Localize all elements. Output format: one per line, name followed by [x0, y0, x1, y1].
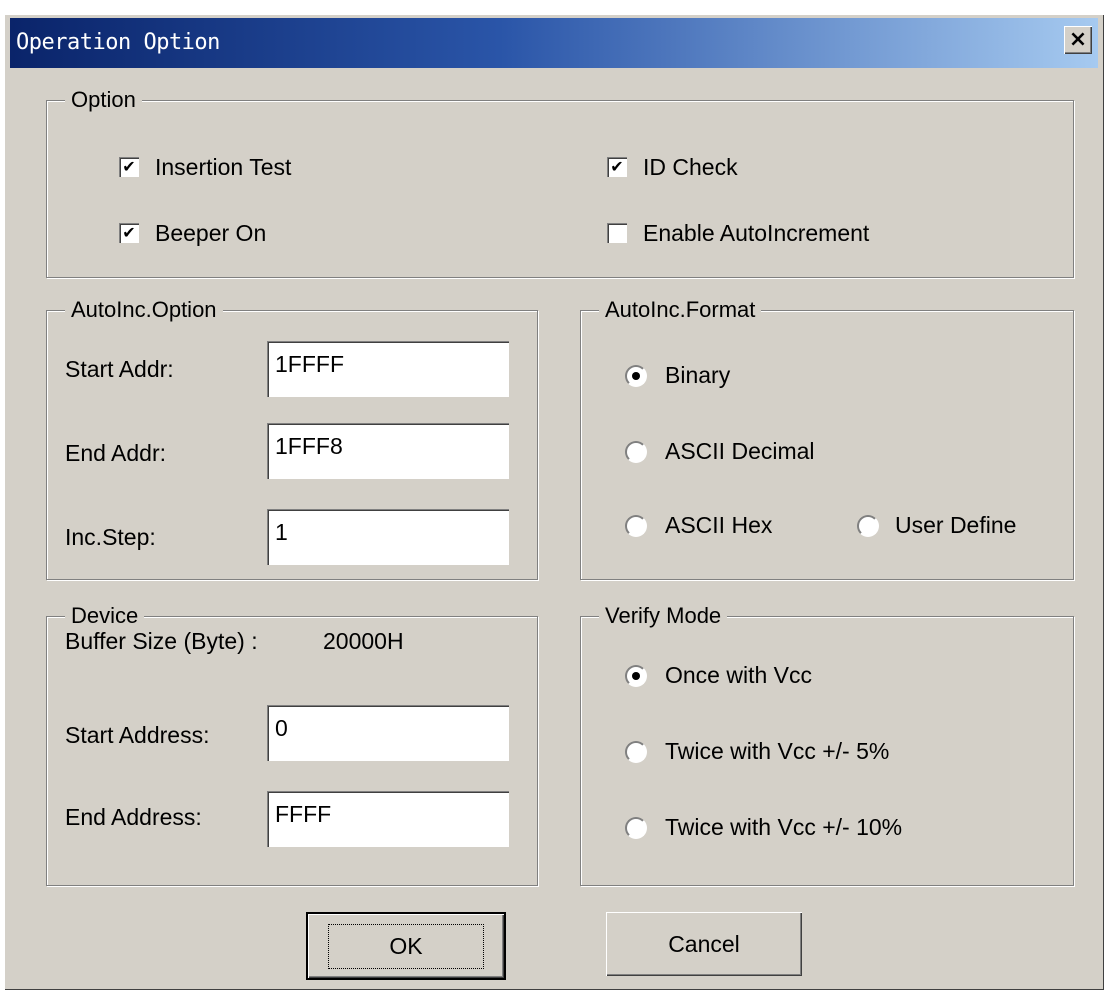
- close-icon: ×: [1068, 27, 1088, 52]
- radio-label: Twice with Vcc +/- 5%: [665, 738, 890, 764]
- operation-option-dialog: Operation Option × Option ✔ Insertion Te…: [4, 14, 1104, 990]
- autoinc-option-group: AutoInc.Option Start Addr: 1FFFF End Add…: [46, 297, 538, 580]
- radio-button[interactable]: [857, 515, 879, 537]
- start-address-input[interactable]: 0: [267, 705, 509, 761]
- close-button[interactable]: ×: [1064, 26, 1092, 54]
- checkbox-box[interactable]: [607, 223, 627, 243]
- checkbox-box[interactable]: ✔: [119, 157, 139, 177]
- device-legend: Device: [65, 603, 145, 629]
- title-bar[interactable]: Operation Option ×: [10, 18, 1098, 68]
- option-group: Option ✔ Insertion Test ✔ ID Check ✔ Bee…: [46, 87, 1074, 278]
- checkmark-icon: ✔: [122, 159, 136, 176]
- autoinc-format-group: AutoInc.Format Binary ASCII Decimal ASCI…: [580, 297, 1074, 580]
- verify-mode-group: Verify Mode Once with Vcc Twice with Vcc…: [580, 603, 1074, 886]
- checkmark-icon: ✔: [610, 159, 624, 176]
- checkbox-box[interactable]: ✔: [119, 223, 139, 243]
- radio-button[interactable]: [625, 441, 647, 463]
- window-title: Operation Option: [16, 30, 220, 55]
- ok-button[interactable]: OK: [306, 912, 506, 980]
- radio-label: User Define: [895, 512, 1017, 538]
- radio-button[interactable]: [625, 515, 647, 537]
- ok-button-label: OK: [328, 923, 484, 969]
- device-group: Device Buffer Size (Byte) : 20000H Start…: [46, 603, 538, 886]
- radio-label: Twice with Vcc +/- 10%: [665, 814, 903, 840]
- radio-label: Binary: [665, 362, 731, 388]
- end-address-input[interactable]: FFFF: [267, 791, 509, 847]
- radio-label: ASCII Decimal: [665, 438, 815, 464]
- buffer-size-value: 20000H: [323, 628, 404, 654]
- inc-step-label: Inc.Step:: [65, 524, 156, 550]
- radio-dot-icon: [632, 372, 640, 380]
- radio-label: ASCII Hex: [665, 512, 773, 538]
- checkmark-icon: ✔: [122, 225, 136, 242]
- start-addr-input[interactable]: 1FFFF: [267, 341, 509, 397]
- start-address-label: Start Address:: [65, 722, 210, 748]
- radio-label: Once with Vcc: [665, 662, 812, 688]
- radio-button[interactable]: [625, 365, 647, 387]
- end-addr-input[interactable]: 1FFF8: [267, 423, 509, 479]
- autoinc-format-legend: AutoInc.Format: [599, 297, 762, 323]
- radio-dot-icon: [632, 672, 640, 680]
- autoinc-option-legend: AutoInc.Option: [65, 297, 223, 323]
- checkbox-box[interactable]: ✔: [607, 157, 627, 177]
- start-addr-label: Start Addr:: [65, 356, 174, 382]
- end-address-label: End Address:: [65, 804, 202, 830]
- checkbox-label: Enable AutoIncrement: [643, 220, 870, 246]
- cancel-button-label: Cancel: [668, 930, 740, 957]
- radio-button[interactable]: [625, 817, 647, 839]
- verify-mode-legend: Verify Mode: [599, 603, 728, 629]
- buffer-size-label: Buffer Size (Byte) :: [65, 628, 258, 654]
- cancel-button[interactable]: Cancel: [606, 912, 802, 976]
- checkbox-label: Insertion Test: [155, 154, 292, 180]
- radio-button[interactable]: [625, 741, 647, 763]
- radio-button[interactable]: [625, 665, 647, 687]
- end-addr-label: End Addr:: [65, 440, 167, 466]
- option-group-legend: Option: [65, 87, 142, 113]
- checkbox-label: Beeper On: [155, 220, 267, 246]
- checkbox-label: ID Check: [643, 154, 738, 180]
- inc-step-input[interactable]: 1: [267, 509, 509, 565]
